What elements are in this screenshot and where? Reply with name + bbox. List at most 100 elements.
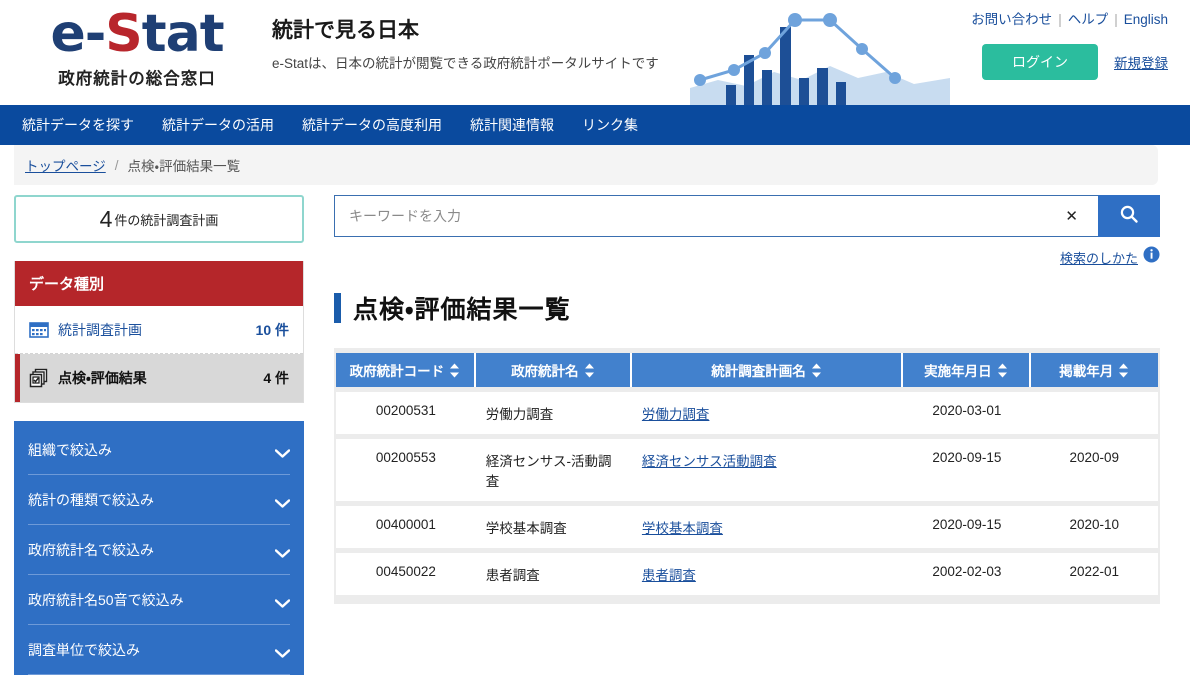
datatype-panel: データ種別 統計調査計画 10 件 点検・評価結果 4 件: [14, 261, 304, 403]
cell-impl-date: 2002-02-03: [903, 553, 1031, 595]
plan-link[interactable]: 労働力調査: [642, 407, 710, 422]
page-title-text: 点検・評価結果一覧: [353, 296, 571, 324]
col-gov-stat-name[interactable]: 政府統計名: [475, 353, 632, 387]
filter-stat-name-kana[interactable]: 政府統計名50音で絞込み: [28, 575, 291, 624]
col-implementation-date[interactable]: 実施年月日: [903, 353, 1031, 387]
page-body: 4 件の統計調査計画 データ種別 統計調査計画 10 件 点検・評価結果 4 件…: [0, 185, 1190, 675]
cell-plan-name: 学校基本調査: [631, 506, 904, 548]
filter-stat-name[interactable]: 政府統計名で絞込み: [28, 525, 291, 574]
magnifier-icon: [1119, 204, 1139, 229]
clear-icon[interactable]: ✕: [1057, 207, 1086, 225]
results-table-head: 政府統計コード 政府統計名 統計調査計画名 実施年月日 掲載年月: [336, 353, 1158, 387]
cell-stat-name: 労働力調査: [475, 392, 632, 434]
plan-link[interactable]: 経済センサス活動調査: [642, 454, 777, 469]
header-chart-illustration: [690, 0, 950, 105]
site-logo[interactable]: e-Stat 政府統計の総合窓口: [22, 8, 252, 89]
cell-code: 00400001: [336, 506, 476, 548]
sort-icon: [997, 363, 1008, 378]
login-button[interactable]: ログイン: [982, 44, 1098, 80]
documents-stack-icon: [29, 368, 49, 388]
filter-row-stat-name-kana: 政府統計名50音で絞込み: [28, 575, 291, 625]
filter-stat-type-label: 統計の種類で絞込み: [28, 491, 154, 508]
table-row[interactable]: 00200531 労働力調査 労働力調査 2020-03-01: [336, 392, 1158, 434]
chevron-down-icon: [274, 645, 291, 658]
search-howto-row: 検索のしかた: [334, 246, 1160, 268]
cell-impl-date: 2020-09-15: [903, 506, 1031, 548]
logo-text-e: e-: [50, 4, 106, 64]
filter-accordion: 組織で絞込み 統計の種類で絞込み 政府統計名で絞込み 政府統計名50音で絞込み …: [14, 421, 304, 675]
cell-code: 00450022: [336, 553, 476, 595]
header-utility-links: お問い合わせ | ヘルプ | English: [971, 8, 1168, 28]
info-icon[interactable]: [1143, 246, 1160, 268]
result-count-box: 4 件の統計調査計画: [14, 195, 304, 243]
link-separator-2: |: [1114, 12, 1118, 27]
cell-stat-name: 学校基本調査: [475, 506, 632, 548]
sort-icon: [449, 363, 460, 378]
sidebar-item-survey-plan-label: 統計調査計画: [58, 321, 142, 338]
table-row[interactable]: 00200553 経済センサス-活動調査 経済センサス活動調査 2020-09-…: [336, 439, 1158, 501]
sidebar-item-evaluation-result-count: 4 件: [263, 370, 289, 386]
search-bar: ✕: [334, 195, 1160, 237]
cell-pub-date: 2020-10: [1030, 506, 1158, 548]
english-link[interactable]: English: [1124, 12, 1168, 27]
logo-text-s: S: [105, 4, 142, 64]
header-subtitle: e-Statは、日本の統計が閲覧できる政府統計ポータルサイトです: [272, 56, 659, 72]
gnav-related-info[interactable]: 統計関連情報: [458, 109, 566, 141]
plan-link[interactable]: 患者調査: [642, 568, 696, 583]
gnav-advanced-use[interactable]: 統計データの高度利用: [290, 109, 454, 141]
gnav-search-data[interactable]: 統計データを探す: [10, 109, 146, 141]
table-row[interactable]: 00400001 学校基本調査 学校基本調査 2020-09-15 2020-1…: [336, 506, 1158, 548]
calendar-table-icon: [29, 320, 49, 340]
filter-organization[interactable]: 組織で絞込み: [28, 425, 291, 474]
filter-survey-unit[interactable]: 調査単位で絞込み: [28, 625, 291, 674]
sort-icon: [1118, 363, 1129, 378]
col-gov-stat-code[interactable]: 政府統計コード: [336, 353, 476, 387]
col-gov-stat-name-label: 政府統計名: [511, 364, 579, 379]
title-accent-bar: [334, 293, 341, 323]
col-publication-date-label: 掲載年月: [1059, 364, 1114, 379]
col-implementation-date-label: 実施年月日: [924, 364, 992, 379]
plan-link[interactable]: 学校基本調査: [642, 521, 723, 536]
results-table-body: 00200531 労働力調査 労働力調査 2020-03-01 00200553…: [336, 392, 1158, 595]
logo-subtitle: 政府統計の総合窓口: [58, 70, 216, 88]
col-publication-date[interactable]: 掲載年月: [1030, 353, 1158, 387]
search-field: ✕: [334, 195, 1098, 237]
chevron-down-icon: [274, 445, 291, 458]
col-survey-plan-name[interactable]: 統計調査計画名: [631, 353, 904, 387]
datatype-heading: データ種別: [15, 261, 303, 306]
filter-row-stat-name: 政府統計名で絞込み: [28, 525, 291, 575]
search-howto-link[interactable]: 検索のしかた: [1060, 248, 1138, 267]
gnav-use-data[interactable]: 統計データの活用: [150, 109, 286, 141]
filter-stat-type[interactable]: 統計の種類で絞込み: [28, 475, 291, 524]
chevron-down-icon: [274, 495, 291, 508]
table-row[interactable]: 00450022 患者調査 患者調査 2002-02-03 2022-01: [336, 553, 1158, 595]
main-content: ✕ 検索のしかた: [334, 195, 1160, 675]
site-header: e-Stat 政府統計の総合窓口 統計で見る日本 e-Statは、日本の統計が閲…: [0, 0, 1190, 105]
breadcrumb-home-link[interactable]: トップページ: [25, 155, 106, 175]
logo-wordmark: e-Stat: [22, 8, 252, 60]
help-link[interactable]: ヘルプ: [1068, 12, 1109, 27]
search-input[interactable]: [347, 207, 1058, 225]
cell-code: 00200531: [336, 392, 476, 434]
filter-survey-unit-label: 調査単位で絞込み: [28, 641, 140, 658]
breadcrumb-current: 点検・評価結果一覧: [127, 159, 241, 174]
sort-icon: [811, 363, 822, 378]
sidebar-item-survey-plan-count: 10 件: [255, 321, 289, 338]
header-title: 統計で見る日本: [272, 19, 419, 42]
filter-row-stat-type: 統計の種類で絞込み: [28, 475, 291, 525]
sidebar-item-survey-plan[interactable]: 統計調査計画 10 件: [15, 306, 303, 354]
col-survey-plan-name-label: 統計調査計画名: [711, 364, 806, 379]
header-actions: ログイン 新規登録: [982, 44, 1168, 80]
search-button[interactable]: [1098, 195, 1160, 237]
register-link[interactable]: 新規登録: [1114, 52, 1168, 72]
gnav-links[interactable]: リンク集: [570, 109, 650, 141]
contact-link[interactable]: お問い合わせ: [971, 12, 1052, 27]
filter-stat-name-label: 政府統計名で絞込み: [28, 541, 154, 558]
sidebar-item-evaluation-result[interactable]: 点検・評価結果 4 件: [15, 354, 303, 402]
sidebar: 4 件の統計調査計画 データ種別 統計調査計画 10 件 点検・評価結果 4 件…: [14, 195, 304, 675]
filter-organization-label: 組織で絞込み: [28, 441, 112, 458]
breadcrumb: トップページ / 点検・評価結果一覧: [14, 145, 1158, 185]
filter-row-organization: 組織で絞込み: [28, 425, 291, 475]
cell-impl-date: 2020-03-01: [903, 392, 1031, 434]
header-title-block: 統計で見る日本 e-Statは、日本の統計が閲覧できる政府統計ポータルサイトです: [272, 18, 659, 72]
